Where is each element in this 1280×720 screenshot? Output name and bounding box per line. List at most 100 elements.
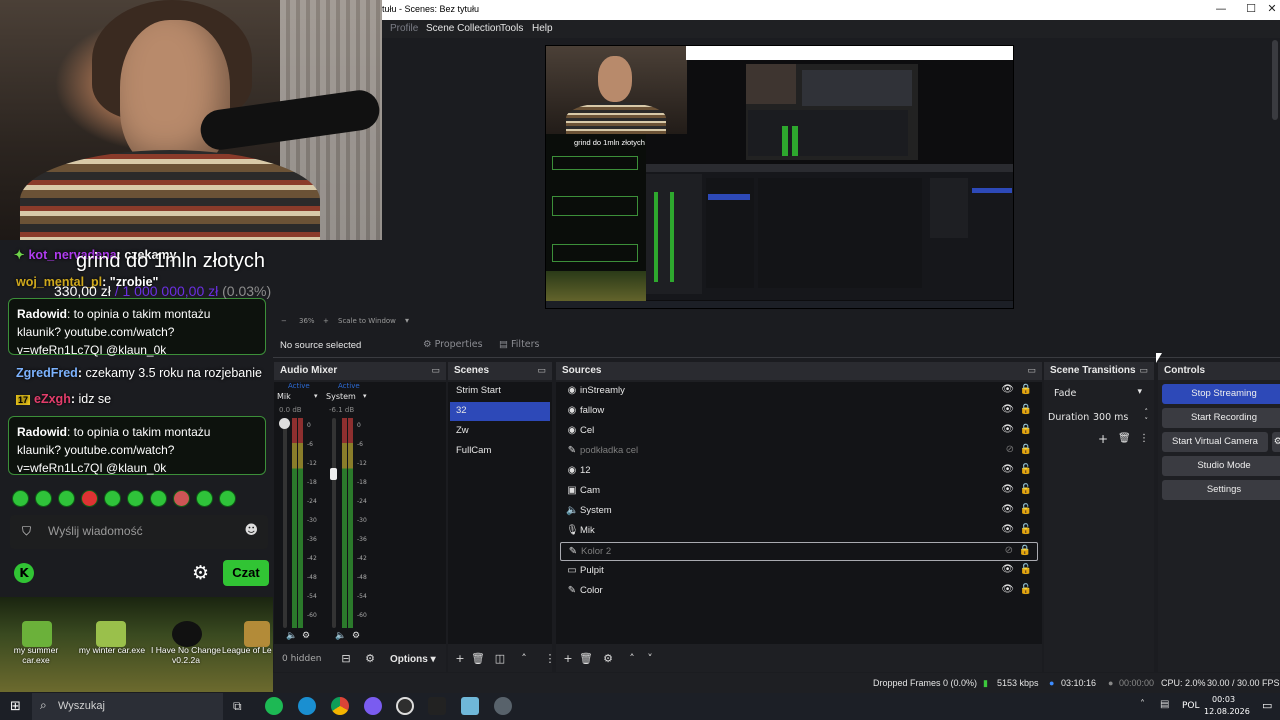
minimize-icon[interactable]: — <box>1213 2 1229 18</box>
add-icon[interactable]: + <box>1098 432 1108 446</box>
emote-icon[interactable] <box>173 490 190 507</box>
lock-icon[interactable]: 🔒 <box>1019 545 1031 556</box>
visibility-eye-icon[interactable]: 👁 <box>1001 384 1014 395</box>
trash-icon[interactable]: 🗑 <box>578 651 594 667</box>
layout-icon[interactable]: ⊟ <box>338 651 354 667</box>
maximize-icon[interactable]: ☐ <box>1243 2 1259 18</box>
emote-icon[interactable] <box>219 490 236 507</box>
league-icon[interactable] <box>244 621 270 647</box>
chevron-down-icon[interactable]: ▾ <box>363 392 367 400</box>
more-icon[interactable]: ⋮ <box>1139 433 1149 444</box>
start-virtual-camera-button[interactable]: Start Virtual Camera <box>1162 432 1268 452</box>
car-game-icon[interactable] <box>22 621 52 647</box>
source-item[interactable]: ✎ Kolor 2 ⊘ 🔒 <box>560 542 1038 561</box>
gear-icon[interactable]: ⚙ <box>600 651 616 667</box>
gear-icon[interactable]: ⚙ <box>192 562 209 584</box>
scene-item[interactable]: Zw <box>450 422 550 441</box>
notes-icon[interactable] <box>461 697 479 715</box>
desktop-icon-label[interactable]: League of Le <box>222 645 273 655</box>
chrome-icon[interactable] <box>331 697 349 715</box>
popout-icon[interactable]: ▭ <box>1139 365 1148 376</box>
clock-date[interactable]: 12.08.2026 <box>1204 707 1250 716</box>
emote-icon[interactable] <box>196 490 213 507</box>
zoom-in-icon[interactable]: + <box>323 317 329 325</box>
lock-icon[interactable]: 🔓 <box>1020 484 1032 495</box>
source-item[interactable]: ▣ Cam 👁 🔓 <box>560 482 1038 501</box>
lock-icon[interactable]: 🔓 <box>1020 504 1032 515</box>
menu-help[interactable]: Help <box>532 23 553 34</box>
source-item[interactable]: ✎ Color 👁 🔓 <box>560 582 1038 601</box>
popout-icon[interactable]: ▭ <box>1027 365 1036 376</box>
obs-icon[interactable] <box>396 697 414 715</box>
volume-slider[interactable] <box>283 418 287 628</box>
app-icon[interactable] <box>428 697 446 715</box>
add-icon[interactable]: + <box>560 651 576 667</box>
desktop-icon-label[interactable]: my summer car.exe <box>0 645 72 665</box>
emote-icon[interactable] <box>127 490 144 507</box>
scene-item[interactable]: Strim Start <box>450 382 550 401</box>
car-game-icon[interactable] <box>96 621 126 647</box>
visibility-eye-icon[interactable]: 👁 <box>1001 424 1014 435</box>
menu-scene-collection[interactable]: Scene Collection <box>426 23 501 34</box>
menu-tools[interactable]: Tools <box>500 23 523 34</box>
trash-icon[interactable]: 🗑 <box>470 651 486 667</box>
hidden-eye-icon[interactable]: ⊘ <box>1005 545 1013 556</box>
visibility-eye-icon[interactable]: 👁 <box>1001 564 1014 575</box>
lock-icon[interactable]: 🔒 <box>1020 444 1032 455</box>
clock-time[interactable]: 00:03 <box>1212 695 1235 704</box>
scene-item[interactable]: FullCam <box>450 442 550 461</box>
lock-icon[interactable]: 🔓 <box>1020 524 1032 535</box>
preview-scrollbar[interactable] <box>1272 40 1278 120</box>
trash-icon[interactable]: 🗑 <box>1118 433 1131 444</box>
lock-icon[interactable]: 🔒 <box>1020 404 1032 415</box>
settings-icon[interactable]: ⚙ <box>352 631 360 641</box>
chevron-down-icon[interactable]: ▾ <box>405 316 409 325</box>
filters-button[interactable]: ▤ Filters <box>499 339 540 350</box>
transition-select[interactable]: Fade ▾ <box>1048 384 1148 404</box>
taskbar-search[interactable]: ⌕ Wyszukaj <box>32 693 223 720</box>
lock-icon[interactable]: 🔓 <box>1020 564 1032 575</box>
scene-item[interactable]: 32 <box>450 402 550 421</box>
emote-icon[interactable] <box>12 490 29 507</box>
scale-mode-select[interactable]: Scale to Window <box>338 317 396 325</box>
send-chat-button[interactable]: Czat <box>223 560 269 586</box>
speaker-icon[interactable]: 🔈 <box>286 631 297 641</box>
windows-start-icon[interactable]: ⊞ <box>10 699 21 714</box>
network-icon[interactable]: ▤ <box>1160 699 1169 710</box>
source-item[interactable]: ◉ 12 👁 🔓 <box>560 462 1038 481</box>
lock-icon[interactable]: 🔓 <box>1020 464 1032 475</box>
app-icon[interactable] <box>494 697 512 715</box>
source-item[interactable]: 🎙 Mik 👁 🔓 <box>560 522 1038 541</box>
studio-mode-button[interactable]: Studio Mode <box>1162 456 1280 476</box>
close-icon[interactable]: ✕ <box>1265 2 1279 18</box>
popout-icon[interactable]: ▭ <box>431 365 440 376</box>
emote-icon[interactable] <box>81 490 98 507</box>
visibility-eye-icon[interactable]: 👁 <box>1001 524 1014 535</box>
desktop-icon-label[interactable]: my winter car.exe <box>76 645 148 655</box>
visibility-eye-icon[interactable]: 👁 <box>1001 404 1014 415</box>
chat-input[interactable]: ⛉ Wyślij wiadomość ☻ <box>10 515 268 549</box>
visibility-eye-icon[interactable]: 👁 <box>1001 584 1014 595</box>
source-item[interactable]: ◉ fallow 👁 🔒 <box>560 402 1038 421</box>
volume-slider-handle[interactable] <box>330 468 337 480</box>
source-item[interactable]: 🔈 System 👁 🔓 <box>560 502 1038 521</box>
speaker-icon[interactable]: 🔈 <box>335 631 346 641</box>
settings-button[interactable]: Settings <box>1162 480 1280 500</box>
emote-icon[interactable] <box>150 490 167 507</box>
volume-slider-handle[interactable] <box>279 418 290 429</box>
zoom-out-icon[interactable]: − <box>281 317 287 325</box>
popout-icon[interactable]: ▭ <box>537 365 546 376</box>
lock-icon[interactable]: 🔒 <box>1020 384 1032 395</box>
advanced-settings-icon[interactable]: ⚙ <box>362 651 378 667</box>
start-recording-button[interactable]: Start Recording <box>1162 408 1280 428</box>
chevron-up-icon[interactable]: ˄ <box>1140 699 1145 710</box>
edge-icon[interactable] <box>298 697 316 715</box>
visibility-eye-icon[interactable]: 👁 <box>1001 504 1014 515</box>
emoji-icon[interactable]: ☻ <box>244 523 258 538</box>
spotify-icon[interactable] <box>265 697 283 715</box>
source-item[interactable]: ◉ inStreamly 👁 🔒 <box>560 382 1038 401</box>
settings-icon[interactable]: ⚙ <box>302 631 310 641</box>
move-up-icon[interactable]: ˄ <box>624 651 640 667</box>
source-item[interactable]: ◉ Cel 👁 🔒 <box>560 422 1038 441</box>
language-indicator[interactable]: POL <box>1182 701 1200 711</box>
